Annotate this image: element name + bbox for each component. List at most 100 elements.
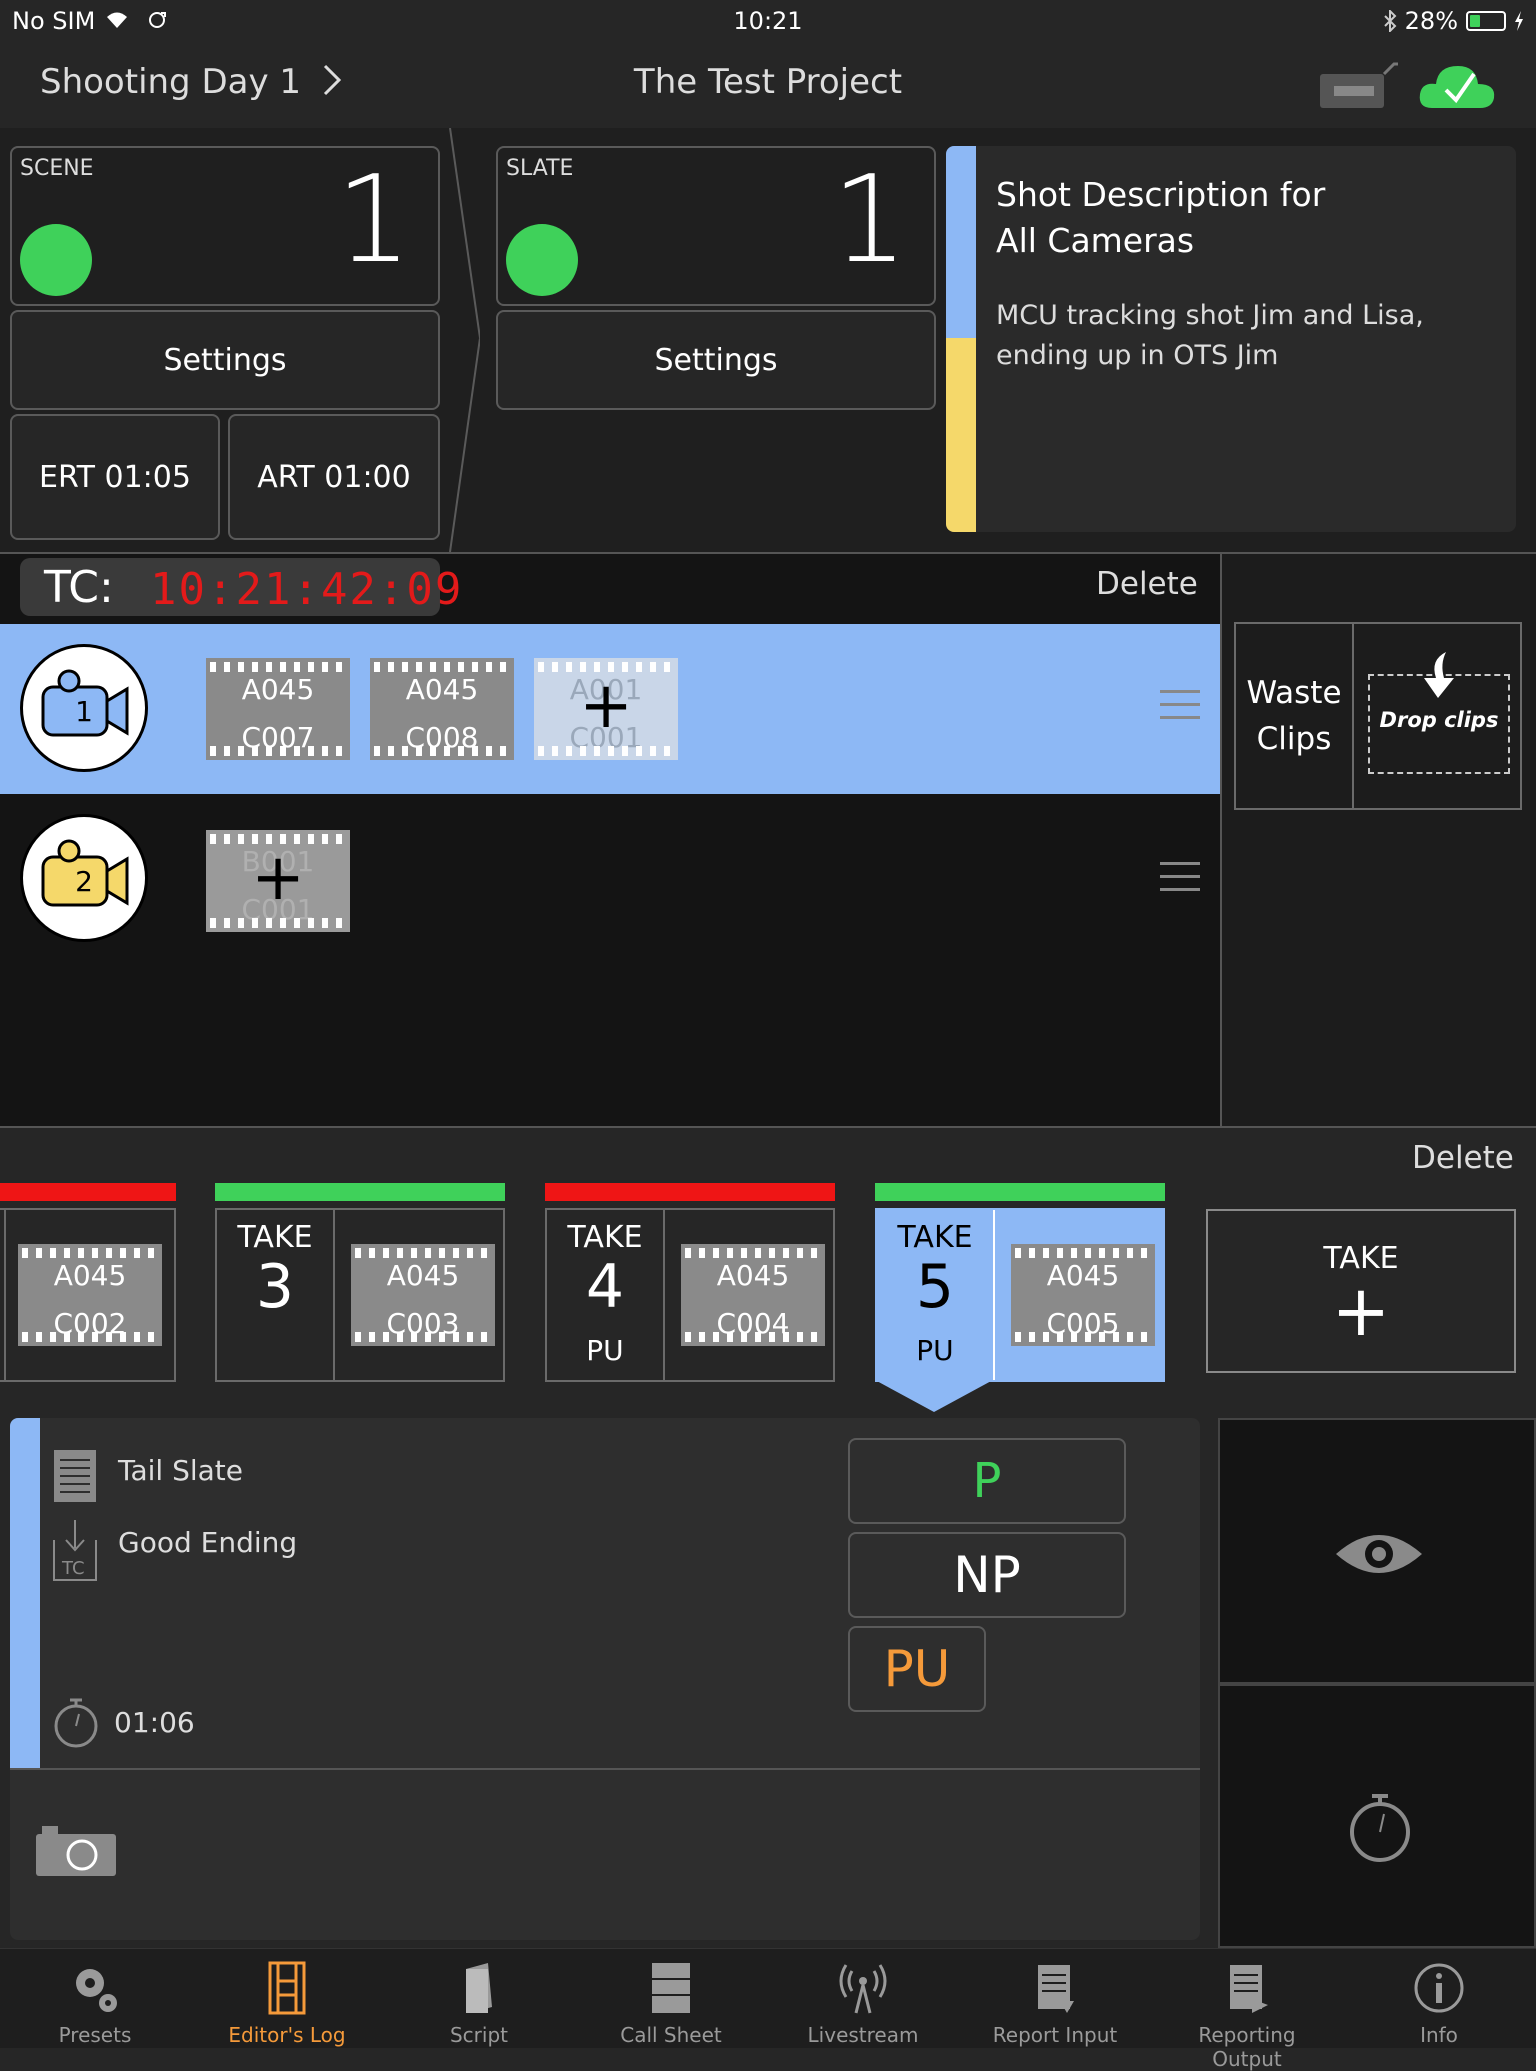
scene-status-indicator (20, 224, 92, 296)
eye-icon (1336, 1535, 1422, 1573)
watch-panel[interactable] (1218, 1418, 1536, 1684)
take-label: TAKE (237, 1220, 313, 1255)
tab-editors-log[interactable]: Editor's Log (202, 1949, 372, 2049)
timecode-value: 10:21:42:09 (150, 564, 464, 615)
report-output-icon (1230, 1965, 1268, 2013)
add-clip-button[interactable]: A001 C001 + (534, 658, 678, 760)
broadcast-icon (839, 1964, 887, 2014)
tab-info[interactable]: Info (1354, 1949, 1524, 2049)
slate-panel[interactable]: SLATE 1 (496, 146, 936, 306)
shot-desc-line2: ending up in OTS Jim (996, 340, 1279, 371)
take-separator (4, 1210, 6, 1380)
cloud-sync-icon[interactable] (1418, 56, 1498, 112)
tab-label: Reporting Output (1198, 2023, 1296, 2071)
clip-name: C004 (716, 1307, 790, 1340)
cameras-delete-button[interactable]: Delete (1096, 566, 1198, 602)
drag-handle-icon[interactable] (1160, 862, 1200, 892)
take-number: 5 (915, 1252, 955, 1322)
add-clip-button[interactable]: B001 C001 + (206, 830, 350, 932)
take-separator (663, 1210, 665, 1380)
clip-card[interactable]: A045 C008 (370, 658, 514, 760)
ert-button[interactable]: ERT 01:05 (10, 414, 220, 540)
tc-ending-label: Good Ending (118, 1526, 298, 1559)
take-detail-panel: Tail Slate TC Good Ending 01:06 P NP PU (10, 1418, 1200, 1940)
take-status-bar (875, 1183, 1165, 1201)
new-take-button[interactable]: TAKE + (1206, 1209, 1516, 1373)
take-clip: A045 C005 (1011, 1244, 1155, 1346)
film-icon (268, 1961, 306, 2015)
take-number: 4 (585, 1252, 625, 1322)
take-card[interactable]: TAKE 4 PU A045 C004 (545, 1208, 835, 1382)
shot-description-panel[interactable]: Shot Description for All Cameras MCU tra… (946, 146, 1516, 532)
take-card[interactable]: TAKE 3 A045 C003 (215, 1208, 505, 1382)
report-input-icon (1038, 1965, 1074, 2013)
device-icon[interactable] (1318, 60, 1400, 110)
take-duration: 01:06 (114, 1706, 195, 1739)
take-card[interactable]: A045 C002 (0, 1208, 176, 1382)
camera-1-number: 1 (75, 695, 93, 728)
camera-row-2[interactable]: 2 B001 C001 + (0, 796, 1220, 966)
drag-handle-icon[interactable] (1160, 690, 1200, 720)
camera-row-1[interactable]: 1 A045 C007 A045 C008 A001 C001 + (0, 624, 1220, 794)
take-card-selected[interactable]: TAKE 5 PU A045 C005 (875, 1208, 1165, 1382)
take-color-bar (10, 1418, 40, 1768)
tab-label: Editor's Log (228, 2023, 346, 2047)
waste-clips-panel[interactable]: Waste Clips Drop clips (1234, 622, 1522, 810)
take-separator (333, 1210, 335, 1380)
tab-call-sheet[interactable]: Call Sheet (586, 1949, 756, 2049)
clip-reel: A045 (405, 673, 479, 706)
clip-reel: A045 (1046, 1259, 1120, 1292)
scene-settings-button[interactable]: Settings (10, 310, 440, 410)
pickup-button[interactable]: PU (848, 1626, 986, 1712)
clock: 10:21 (733, 7, 803, 35)
tab-label: Info (1420, 2023, 1458, 2047)
drop-zone[interactable]: Drop clips (1368, 652, 1510, 774)
camera-2-avatar[interactable]: 2 (20, 814, 148, 942)
clip-name: C008 (405, 721, 479, 754)
art-button[interactable]: ART 01:00 (228, 414, 440, 540)
tab-label: Report Input (992, 2023, 1118, 2047)
status-bar: No SIM 10:21 28% (0, 0, 1536, 42)
charging-icon (1515, 11, 1523, 31)
clip-reel: A045 (53, 1259, 127, 1292)
tab-reporting-output[interactable]: Reporting Output (1162, 1949, 1332, 2071)
tab-livestream[interactable]: Livestream (778, 1949, 948, 2049)
scene-panel[interactable]: SCENE 1 (10, 146, 440, 306)
timecode-ending-icon[interactable]: TC (52, 1518, 98, 1582)
slate-settings-button[interactable]: Settings (496, 310, 936, 410)
tab-presets[interactable]: Presets (10, 1949, 180, 2049)
clip-card[interactable]: A045 C007 (206, 658, 350, 760)
take-tag: PU (586, 1334, 624, 1367)
bluetooth-icon (1383, 10, 1397, 32)
no-print-button[interactable]: NP (848, 1532, 1126, 1618)
tab-label: Presets (58, 2023, 132, 2047)
slate-number: 1 (831, 151, 908, 290)
clip-reel: A045 (386, 1259, 460, 1292)
tab-report-input[interactable]: Report Input (970, 1949, 1140, 2049)
print-button[interactable]: P (848, 1438, 1126, 1524)
tab-script[interactable]: Script (394, 1949, 564, 2049)
shot-title-line2: All Cameras (996, 221, 1195, 260)
svg-text:TC: TC (61, 1558, 85, 1579)
shot-desc-line1: MCU tracking shot Jim and Lisa, (996, 300, 1424, 331)
takes-delete-button[interactable]: Delete (1412, 1140, 1514, 1176)
clip-reel: A045 (241, 673, 315, 706)
camera-2-number: 2 (75, 865, 93, 898)
camera-1-avatar[interactable]: 1 (20, 644, 148, 772)
camera1-color-bar (946, 146, 976, 338)
tail-slate-icon[interactable] (52, 1448, 98, 1504)
take-status-bar (215, 1183, 505, 1201)
tab-label: Call Sheet (620, 2023, 722, 2047)
take-number: 3 (255, 1252, 295, 1322)
stopwatch-panel[interactable] (1218, 1684, 1536, 1948)
clip-name: C003 (386, 1307, 460, 1340)
slate-label: SLATE (506, 156, 574, 181)
waste-line2: Clips (1256, 721, 1332, 757)
plus-icon: + (1331, 1270, 1391, 1352)
take-label: TAKE (567, 1220, 643, 1255)
timecode-label: TC: (44, 562, 114, 613)
drop-arrow-icon (1424, 652, 1454, 698)
battery-icon (1466, 11, 1506, 31)
take-clip: A045 C003 (351, 1244, 495, 1346)
camera-photo-icon[interactable] (34, 1824, 118, 1878)
